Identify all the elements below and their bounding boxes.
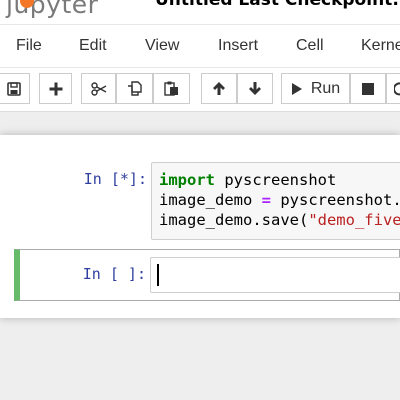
menu-cell[interactable]: Cell xyxy=(296,37,324,55)
save-button[interactable] xyxy=(0,73,30,104)
cut-icon xyxy=(90,81,106,96)
code-line-1: import pyscreenshot xyxy=(159,170,400,190)
code-text: image_demo.save( xyxy=(159,211,309,229)
arrow-up-icon xyxy=(213,82,225,95)
arrow-down-icon xyxy=(249,82,261,95)
code-cell-selected[interactable]: In [ ]: xyxy=(14,249,400,301)
menubar: File Edit View Insert Cell Kernel xyxy=(0,24,400,68)
assignment-operator: = xyxy=(261,191,271,209)
code-line-3: image_demo.save("demo_five.png") xyxy=(159,210,400,230)
paste-icon xyxy=(164,81,178,96)
copy-button[interactable] xyxy=(116,73,153,104)
toolbar: Run xyxy=(0,68,400,112)
plus-icon xyxy=(49,82,62,95)
code-input-area[interactable] xyxy=(150,257,400,293)
menu-edit[interactable]: Edit xyxy=(79,37,107,55)
interrupt-kernel-button[interactable] xyxy=(350,73,386,104)
code-line-2: image_demo = pyscreenshot.grab() xyxy=(159,190,400,210)
cell-prompt: In [*]: xyxy=(83,170,147,188)
menu-view[interactable]: View xyxy=(145,37,179,55)
move-up-button[interactable] xyxy=(201,73,237,104)
module-name: pyscreenshot xyxy=(215,171,337,189)
text-cursor xyxy=(157,264,159,286)
code-text: image_demo xyxy=(159,191,262,209)
string-literal: "demo_five.png" xyxy=(308,211,400,229)
cell-prompt: In [ ]: xyxy=(82,265,146,283)
header: jupyter Untitled Last Checkpoint: a few xyxy=(0,0,400,24)
run-button[interactable]: Run xyxy=(281,73,350,104)
menu-file[interactable]: File xyxy=(16,37,42,55)
menu-kernel[interactable]: Kernel xyxy=(361,37,400,55)
move-down-button[interactable] xyxy=(237,73,273,104)
restart-kernel-button[interactable] xyxy=(386,73,400,104)
menu-insert[interactable]: Insert xyxy=(218,37,258,55)
code-text: pyscreenshot.grab() xyxy=(280,191,400,209)
cut-button[interactable] xyxy=(81,73,116,104)
save-icon xyxy=(7,81,21,96)
code-cell-running[interactable]: In [*]: import pyscreenshot image_demo =… xyxy=(14,155,400,245)
notebook-container: In [*]: import pyscreenshot image_demo =… xyxy=(0,135,400,318)
run-label: Run xyxy=(310,79,341,97)
play-icon xyxy=(291,82,302,95)
keyword-import: import xyxy=(159,171,215,189)
copy-icon xyxy=(128,81,142,96)
restart-icon xyxy=(394,81,400,95)
paste-button[interactable] xyxy=(153,73,190,104)
insert-cell-button[interactable] xyxy=(39,73,72,104)
code-input-area[interactable]: import pyscreenshot image_demo = pyscree… xyxy=(151,162,400,240)
notebook-title[interactable]: Untitled Last Checkpoint: a few xyxy=(155,0,400,10)
jupyter-notebook-window: jupyter Untitled Last Checkpoint: a few … xyxy=(0,0,400,400)
stop-icon xyxy=(362,82,374,95)
